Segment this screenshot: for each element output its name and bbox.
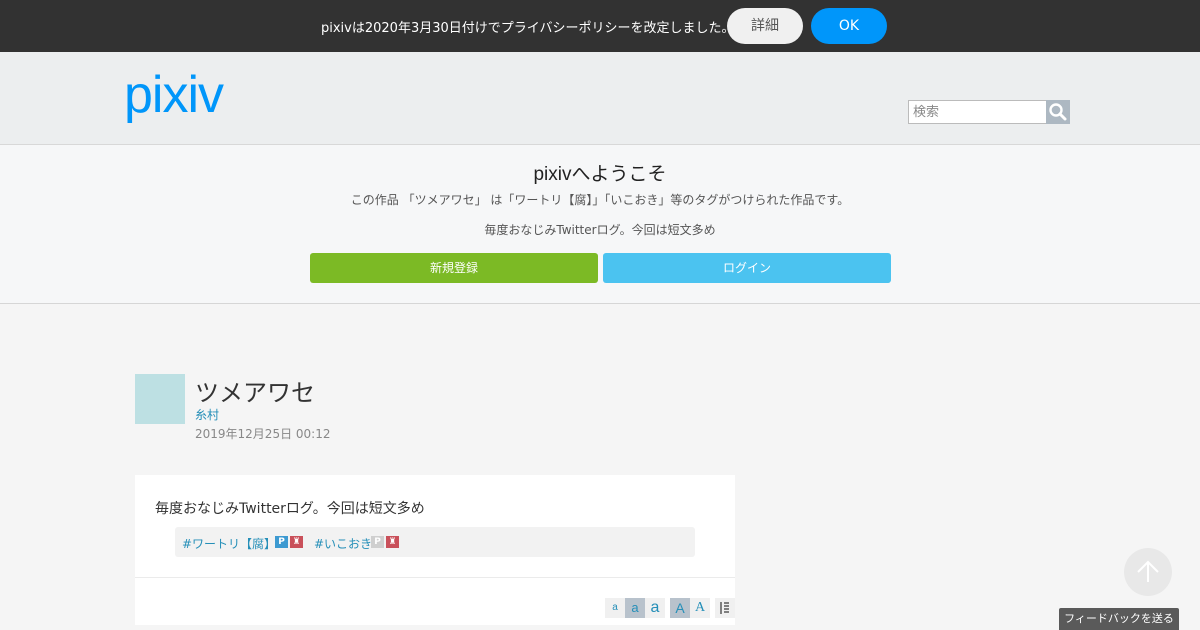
- work-card: 毎度おなじみTwitterログ。今回は短文多め #ワートリ【腐】 P ♜ #いこ…: [135, 475, 735, 625]
- tag-item[interactable]: #ワートリ【腐】: [182, 535, 276, 552]
- search-input[interactable]: [908, 100, 1052, 124]
- castle-icon[interactable]: ♜: [290, 536, 303, 548]
- work-title: ツメアワセ: [195, 379, 315, 407]
- search-icon: [1049, 103, 1067, 121]
- detail-button[interactable]: 詳細: [727, 8, 803, 44]
- welcome-title: pixivへようこそ: [533, 164, 667, 185]
- author-avatar[interactable]: [135, 374, 185, 424]
- author-link[interactable]: 糸村: [195, 406, 219, 423]
- vertical-text-button[interactable]: [715, 598, 735, 618]
- search-button[interactable]: [1046, 100, 1070, 124]
- scroll-to-top-button[interactable]: [1124, 548, 1172, 596]
- font-size-large-button[interactable]: a: [645, 598, 665, 618]
- tag-item[interactable]: #いこおき: [314, 535, 372, 552]
- vertical-text-icon: [720, 602, 729, 614]
- castle-icon[interactable]: ♜: [386, 536, 399, 548]
- login-button[interactable]: ログイン: [603, 253, 891, 283]
- post-date: 2019年12月25日 00:12: [195, 427, 331, 441]
- font-size-medium-button[interactable]: a: [625, 598, 645, 618]
- arrow-up-icon: [1137, 560, 1159, 582]
- pixiv-logo[interactable]: pixiv: [124, 68, 254, 128]
- welcome-description: この作品 「ツメアワセ」 は「ワートリ【腐】」「いこおき」等のタグがつけられた作…: [350, 193, 850, 207]
- welcome-caption: 毎度おなじみTwitterログ。今回は短文多め: [484, 223, 716, 237]
- font-sans-button[interactable]: A: [670, 598, 690, 618]
- work-caption: 毎度おなじみTwitterログ。今回は短文多め: [155, 501, 425, 517]
- welcome-section: pixivへようこそ この作品 「ツメアワセ」 は「ワートリ【腐】」「いこおき」…: [0, 145, 1200, 304]
- font-size-small-button[interactable]: a: [605, 598, 625, 618]
- pixpedia-icon[interactable]: P: [275, 536, 288, 548]
- tag-list: #ワートリ【腐】 P ♜ #いこおき P ♜: [175, 527, 695, 557]
- feedback-button[interactable]: フィードバックを送る: [1059, 608, 1179, 630]
- pixpedia-icon[interactable]: P: [371, 536, 384, 548]
- privacy-notice-text: pixivは2020年3月30日付けでプライバシーポリシーを改定しました。: [321, 21, 735, 36]
- signup-button[interactable]: 新規登録: [310, 253, 598, 283]
- pixiv-logo-text: pixiv: [124, 68, 224, 124]
- card-divider: [135, 577, 735, 578]
- privacy-notice-bar: pixivは2020年3月30日付けでプライバシーポリシーを改定しました。 詳細…: [0, 0, 1200, 52]
- font-serif-button[interactable]: A: [690, 598, 710, 618]
- ok-button[interactable]: OK: [811, 8, 887, 44]
- site-header: pixiv: [0, 52, 1200, 145]
